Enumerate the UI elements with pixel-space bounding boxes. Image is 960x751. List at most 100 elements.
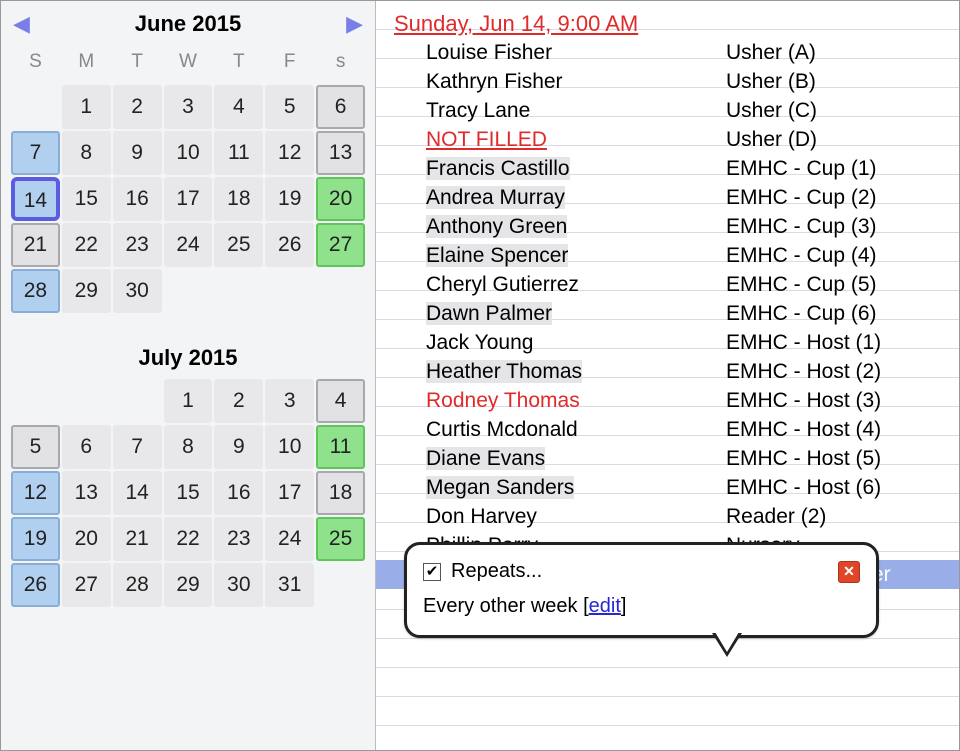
- calendar-cell[interactable]: 15: [62, 177, 111, 221]
- calendar-cell[interactable]: 19: [11, 517, 60, 561]
- calendar-cell[interactable]: 12: [11, 471, 60, 515]
- assignment-row[interactable]: NOT FILLEDUsher (D): [394, 125, 941, 154]
- day-of-week-label: T: [214, 45, 263, 83]
- calendar-cell[interactable]: 27: [316, 223, 365, 267]
- calendar-cell[interactable]: 12: [265, 131, 314, 175]
- calendar-cell[interactable]: 21: [113, 517, 162, 561]
- repeats-checkbox[interactable]: ✔: [423, 563, 441, 581]
- day-of-week-label: s: [316, 45, 365, 83]
- next-month-icon[interactable]: ▶: [346, 13, 363, 35]
- calendar-cell[interactable]: 13: [316, 131, 365, 175]
- person-name: Curtis Mcdonald: [426, 415, 726, 444]
- calendar-cell[interactable]: 26: [11, 563, 60, 607]
- calendar-cell[interactable]: 14: [11, 177, 60, 221]
- calendar-cell[interactable]: 28: [11, 269, 60, 313]
- calendar-cell[interactable]: 9: [113, 131, 162, 175]
- assignment-row[interactable]: Diane EvansEMHC - Host (5): [394, 444, 941, 473]
- calendar-cell[interactable]: 7: [11, 131, 60, 175]
- calendar-cell[interactable]: 24: [265, 517, 314, 561]
- assignment-row[interactable]: Cheryl GutierrezEMHC - Cup (5): [394, 270, 941, 299]
- edit-link[interactable]: edit: [589, 595, 621, 617]
- role-label: EMHC - Host (6): [726, 473, 941, 502]
- calendar-cell[interactable]: 15: [164, 471, 213, 515]
- calendar-cell[interactable]: 14: [113, 471, 162, 515]
- person-name: Francis Castillo: [426, 154, 726, 183]
- calendar-cell[interactable]: 1: [62, 85, 111, 129]
- calendar-cell[interactable]: 1: [164, 379, 213, 423]
- calendar-cell[interactable]: 16: [214, 471, 263, 515]
- calendar-cell[interactable]: 3: [164, 85, 213, 129]
- assignment-row[interactable]: Elaine SpencerEMHC - Cup (4): [394, 241, 941, 270]
- calendar-cell[interactable]: 2: [214, 379, 263, 423]
- assignment-row[interactable]: Anthony GreenEMHC - Cup (3): [394, 212, 941, 241]
- person-name: Don Harvey: [426, 502, 726, 531]
- calendar-cell[interactable]: 8: [62, 131, 111, 175]
- role-label: Usher (A): [726, 38, 941, 67]
- calendar-cell[interactable]: 19: [265, 177, 314, 221]
- person-name: Andrea Murray: [426, 183, 726, 212]
- calendar-cell[interactable]: 7: [113, 425, 162, 469]
- calendar-cell[interactable]: 22: [164, 517, 213, 561]
- calendar-cell[interactable]: 20: [316, 177, 365, 221]
- calendar-cell[interactable]: 13: [62, 471, 111, 515]
- calendar-cell[interactable]: 10: [164, 131, 213, 175]
- assignment-row[interactable]: Andrea MurrayEMHC - Cup (2): [394, 183, 941, 212]
- close-icon[interactable]: ✕: [838, 561, 860, 583]
- person-name: Jack Young: [426, 328, 726, 357]
- calendar-cell[interactable]: 21: [11, 223, 60, 267]
- calendar-cell[interactable]: 10: [265, 425, 314, 469]
- day-of-week-label: M: [62, 45, 111, 83]
- calendar-cell[interactable]: 30: [214, 563, 263, 607]
- assignment-row[interactable]: Don HarveyReader (2): [394, 502, 941, 531]
- assignment-row[interactable]: Kathryn FisherUsher (B): [394, 67, 941, 96]
- calendar-cell[interactable]: 18: [316, 471, 365, 515]
- assignment-row[interactable]: Tracy LaneUsher (C): [394, 96, 941, 125]
- calendar-cell[interactable]: 20: [62, 517, 111, 561]
- assignment-row[interactable]: Rodney ThomasEMHC - Host (3): [394, 386, 941, 415]
- calendar-cell-empty: [113, 379, 162, 423]
- assignment-row[interactable]: Louise FisherUsher (A): [394, 38, 941, 67]
- calendar-cell[interactable]: 9: [214, 425, 263, 469]
- calendar-cell[interactable]: 23: [214, 517, 263, 561]
- calendar-cell[interactable]: 6: [316, 85, 365, 129]
- calendar-header: July 2015: [9, 345, 367, 371]
- calendar-cell[interactable]: 4: [214, 85, 263, 129]
- calendar-cell[interactable]: 5: [265, 85, 314, 129]
- calendar-cell[interactable]: 4: [316, 379, 365, 423]
- calendar-cell[interactable]: 11: [316, 425, 365, 469]
- day-of-week-label: T: [113, 45, 162, 83]
- calendar-cell[interactable]: 2: [113, 85, 162, 129]
- calendar-cell[interactable]: 17: [164, 177, 213, 221]
- calendar-cell[interactable]: 3: [265, 379, 314, 423]
- calendar-cell[interactable]: 31: [265, 563, 314, 607]
- calendar-cell[interactable]: 29: [164, 563, 213, 607]
- popup-tail: [712, 635, 742, 659]
- calendar-cell[interactable]: 18: [214, 177, 263, 221]
- calendar-cell[interactable]: 6: [62, 425, 111, 469]
- calendar-cell[interactable]: 30: [113, 269, 162, 313]
- calendar-cell[interactable]: 11: [214, 131, 263, 175]
- assignment-row[interactable]: Francis CastilloEMHC - Cup (1): [394, 154, 941, 183]
- repeat-popup: ✔ Repeats... ✕ Every other week [edit]: [404, 542, 879, 638]
- calendar-cell[interactable]: 27: [62, 563, 111, 607]
- calendar-cell[interactable]: 25: [316, 517, 365, 561]
- role-label: EMHC - Host (2): [726, 357, 941, 386]
- calendar-cell[interactable]: 17: [265, 471, 314, 515]
- calendar-cell[interactable]: 22: [62, 223, 111, 267]
- calendar-cell[interactable]: 24: [164, 223, 213, 267]
- calendar-cell[interactable]: 28: [113, 563, 162, 607]
- calendar-cell[interactable]: 29: [62, 269, 111, 313]
- assignment-row[interactable]: Megan SandersEMHC - Host (6): [394, 473, 941, 502]
- assignment-row[interactable]: Curtis McdonaldEMHC - Host (4): [394, 415, 941, 444]
- calendar-cell[interactable]: 16: [113, 177, 162, 221]
- calendar-cell[interactable]: 23: [113, 223, 162, 267]
- calendar-cell[interactable]: 26: [265, 223, 314, 267]
- prev-month-icon[interactable]: ◀: [13, 13, 30, 35]
- calendar-cell[interactable]: 8: [164, 425, 213, 469]
- calendar-block: ◀June 2015▶SMTWTFs1234567891011121314151…: [9, 11, 367, 315]
- assignment-row[interactable]: Heather ThomasEMHC - Host (2): [394, 357, 941, 386]
- assignment-row[interactable]: Dawn PalmerEMHC - Cup (6): [394, 299, 941, 328]
- assignment-row[interactable]: Jack YoungEMHC - Host (1): [394, 328, 941, 357]
- calendar-cell[interactable]: 25: [214, 223, 263, 267]
- calendar-cell[interactable]: 5: [11, 425, 60, 469]
